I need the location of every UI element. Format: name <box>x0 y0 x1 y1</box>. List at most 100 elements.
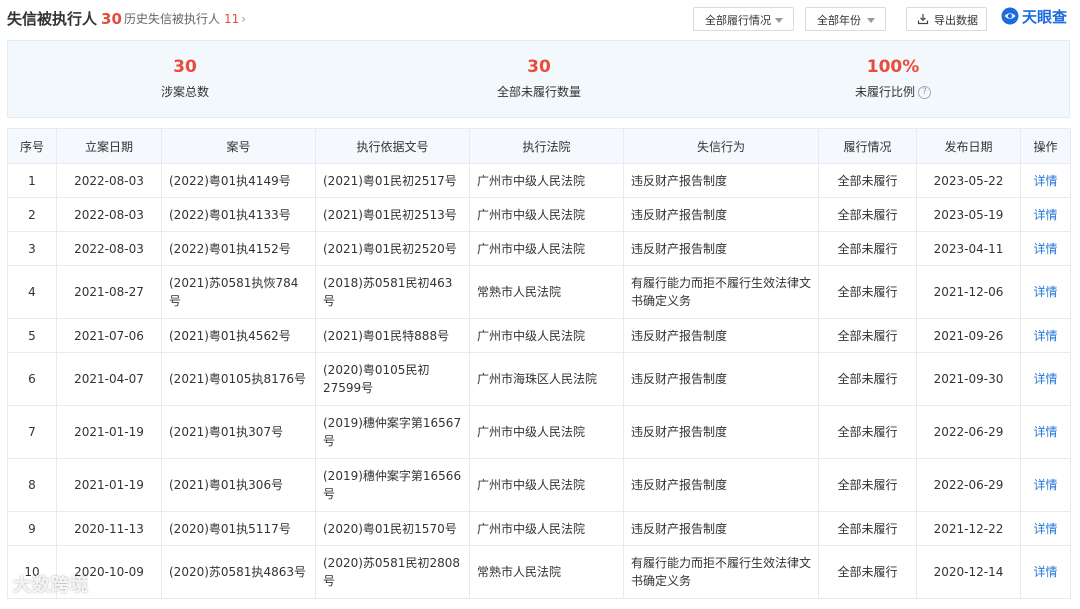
cell-case-no: (2020)粤01执5117号 <box>161 511 316 546</box>
detail-link[interactable]: 详情 <box>1020 511 1071 546</box>
cell-behavior: 有履行能力而拒不履行生效法律文书确定义务 <box>623 545 819 599</box>
detail-link[interactable]: 详情 <box>1020 318 1071 353</box>
cell-behavior: 违反财产报告制度 <box>623 197 819 232</box>
col-header-case-no: 案号 <box>161 128 316 164</box>
download-icon[interactable] <box>917 13 929 25</box>
cell-court: 广州市中级人民法院 <box>469 458 624 512</box>
logo-eye-icon <box>1001 7 1019 25</box>
history-count[interactable]: 11 <box>224 12 239 26</box>
cell-status: 全部未履行 <box>818 352 917 406</box>
cell-filing-date: 2021-01-19 <box>56 458 162 512</box>
cell-index: 1 <box>7 163 57 198</box>
detail-link[interactable]: 详情 <box>1020 163 1071 198</box>
cell-court: 广州市中级人民法院 <box>469 231 624 266</box>
cell-publish-date: 2023-05-19 <box>916 197 1021 232</box>
detail-link[interactable]: 详情 <box>1020 352 1071 406</box>
top-bar: 失信被执行人 30 历史失信被执行人 11 › 全部履行情况 全部年份 导出数据 天眼… <box>0 0 1080 36</box>
cell-case-no: (2020)苏0581执4863号 <box>161 545 316 599</box>
detail-link[interactable]: 详情 <box>1020 231 1071 266</box>
status-filter-label[interactable]: 全部履行情况 <box>705 14 771 27</box>
cell-basis-doc: (2021)粤01民初2517号 <box>315 163 470 198</box>
cell-behavior: 违反财产报告制度 <box>623 231 819 266</box>
cell-filing-date: 2020-11-13 <box>56 511 162 546</box>
cell-status: 全部未履行 <box>818 511 917 546</box>
title-count: 30 <box>101 10 122 28</box>
col-header-index: 序号 <box>7 128 57 164</box>
export-label[interactable]: 导出数据 <box>934 14 978 27</box>
cell-filing-date: 2021-04-07 <box>56 352 162 406</box>
status-filter-dropdown[interactable]: 全部履行情况 <box>693 7 794 31</box>
cell-behavior: 违反财产报告制度 <box>623 405 819 459</box>
cell-basis-doc: (2019)穗仲案字第16567号 <box>315 405 470 459</box>
cell-filing-date: 2021-01-19 <box>56 405 162 459</box>
table-row: 2 2022-08-03 (2022)粤01执4133号 (2021)粤01民初… <box>7 197 1071 232</box>
col-header-publish-date: 发布日期 <box>916 128 1021 164</box>
cell-publish-date: 2021-12-22 <box>916 511 1021 546</box>
cell-index: 8 <box>7 458 57 512</box>
cell-court: 常熟市人民法院 <box>469 265 624 319</box>
table-row: 1 2022-08-03 (2022)粤01执4149号 (2021)粤01民初… <box>7 163 1071 198</box>
col-header-behavior: 失信行为 <box>623 128 819 164</box>
cell-publish-date: 2021-09-30 <box>916 352 1021 406</box>
cell-case-no: (2021)粤01执4562号 <box>161 318 316 353</box>
help-icon[interactable]: ? <box>918 86 931 99</box>
detail-link[interactable]: 详情 <box>1020 405 1071 459</box>
caret-down-icon[interactable] <box>775 18 783 23</box>
chevron-right-icon[interactable]: › <box>241 12 246 26</box>
cell-court: 常熟市人民法院 <box>469 545 624 599</box>
history-label[interactable]: 历史失信被执行人 <box>124 12 220 26</box>
table-row: 4 2021-08-27 (2021)苏0581执恢784号 (2018)苏05… <box>7 265 1071 319</box>
col-header-status: 履行情况 <box>818 128 917 164</box>
year-filter-dropdown[interactable]: 全部年份 <box>805 7 886 31</box>
history-link[interactable]: 历史失信被执行人 11 › <box>124 10 246 27</box>
cell-basis-doc: (2020)苏0581民初2808号 <box>315 545 470 599</box>
cell-filing-date: 2021-08-27 <box>56 265 162 319</box>
dishonest-debtor-table: 序号 立案日期 案号 执行依据文号 执行法院 失信行为 履行情况 发布日期 操作… <box>7 128 1071 599</box>
cell-publish-date: 2020-12-14 <box>916 545 1021 599</box>
stat-label-wrap: 未履行比例? <box>773 83 1013 100</box>
detail-link[interactable]: 详情 <box>1020 265 1071 319</box>
cell-behavior: 违反财产报告制度 <box>623 458 819 512</box>
detail-link[interactable]: 详情 <box>1020 458 1071 512</box>
stat-unfulfilled-ratio: 100% 未履行比例? <box>773 57 1013 100</box>
detail-link[interactable]: 详情 <box>1020 197 1071 232</box>
cell-publish-date: 2022-06-29 <box>916 405 1021 459</box>
cell-basis-doc: (2021)粤01民特888号 <box>315 318 470 353</box>
stat-total-cases: 30 涉案总数 <box>65 57 305 100</box>
cell-index: 7 <box>7 405 57 459</box>
cell-court: 广州市中级人民法院 <box>469 511 624 546</box>
col-header-court: 执行法院 <box>469 128 624 164</box>
cell-basis-doc: (2021)粤01民初2513号 <box>315 197 470 232</box>
cell-status: 全部未履行 <box>818 458 917 512</box>
cell-index: 3 <box>7 231 57 266</box>
cell-index: 9 <box>7 511 57 546</box>
table-row: 5 2021-07-06 (2021)粤01执4562号 (2021)粤01民特… <box>7 318 1071 353</box>
stat-label: 未履行比例 <box>854 85 915 99</box>
cell-behavior: 违反财产报告制度 <box>623 511 819 546</box>
detail-link[interactable]: 详情 <box>1020 545 1071 599</box>
cell-basis-doc: (2019)穗仲案字第16566号 <box>315 458 470 512</box>
cell-case-no: (2022)粤01执4152号 <box>161 231 316 266</box>
cell-court: 广州市中级人民法院 <box>469 318 624 353</box>
caret-down-icon[interactable] <box>867 18 875 23</box>
cell-case-no: (2021)粤01执306号 <box>161 458 316 512</box>
export-button[interactable]: 导出数据 <box>906 7 987 31</box>
watermark: 大数跨境 <box>13 575 89 596</box>
cell-status: 全部未履行 <box>818 231 917 266</box>
stat-label: 涉案总数 <box>160 85 209 99</box>
cell-publish-date: 2022-06-29 <box>916 458 1021 512</box>
cell-case-no: (2022)粤01执4149号 <box>161 163 316 198</box>
table-row: 10 2020-10-09 (2020)苏0581执4863号 (2020)苏0… <box>7 545 1071 599</box>
cell-status: 全部未履行 <box>818 197 917 232</box>
cell-status: 全部未履行 <box>818 163 917 198</box>
logo-text: 天眼查 <box>1022 8 1068 26</box>
table-row: 6 2021-04-07 (2021)粤0105执8176号 (2020)粤01… <box>7 352 1071 406</box>
summary-panel: 30 涉案总数 30 全部未履行数量 100% 未履行比例? <box>7 40 1070 118</box>
table-row: 9 2020-11-13 (2020)粤01执5117号 (2020)粤01民初… <box>7 511 1071 546</box>
title-text: 失信被执行人 <box>7 10 98 28</box>
cell-basis-doc: (2021)粤01民初2520号 <box>315 231 470 266</box>
cell-filing-date: 2022-08-03 <box>56 197 162 232</box>
cell-court: 广州市海珠区人民法院 <box>469 352 624 406</box>
tianyancha-logo: 天眼查 <box>1001 6 1067 28</box>
year-filter-label[interactable]: 全部年份 <box>817 14 861 27</box>
